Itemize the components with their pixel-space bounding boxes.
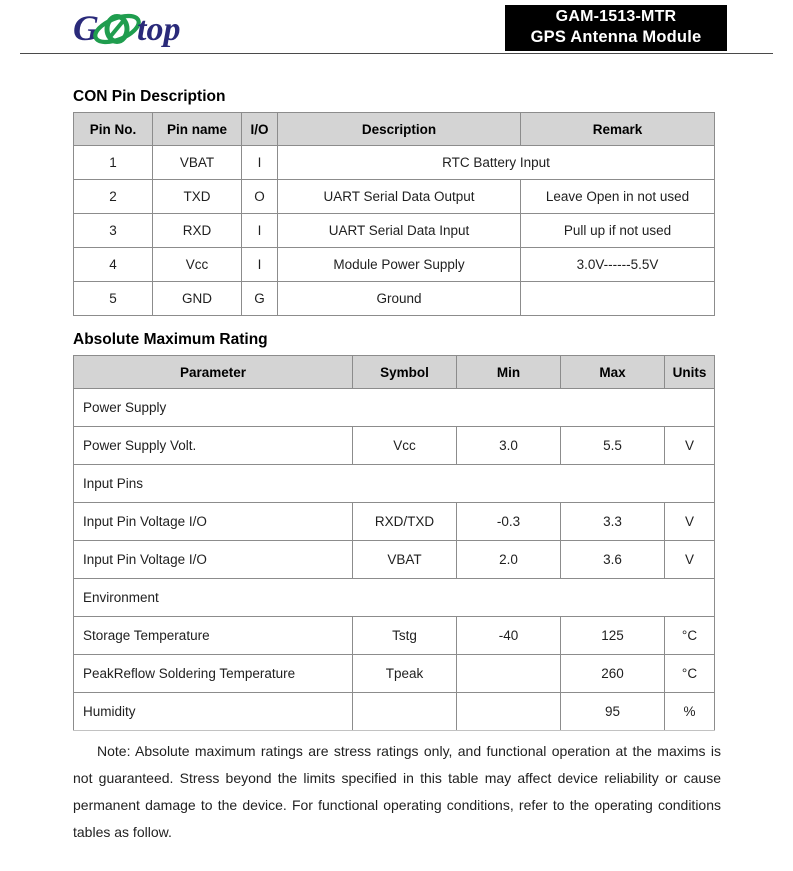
- table-header-row: Pin No. Pin name I/O Description Remark: [73, 112, 715, 146]
- cell-pin-no: 4: [73, 247, 153, 282]
- cell-parameter: PeakReflow Soldering Temperature: [73, 654, 353, 693]
- cell-pin-name: Vcc: [152, 247, 242, 282]
- cell-symbol: RXD/TXD: [352, 502, 457, 541]
- cell-units: V: [664, 426, 715, 465]
- section-row: Input Pins: [73, 464, 715, 503]
- table-row: PeakReflow Soldering Temperature Tpeak 2…: [73, 654, 715, 693]
- cell-pin-no: 1: [73, 145, 153, 180]
- cell-max: 3.6: [560, 540, 665, 579]
- product-model-number: GAM-1513-MTR: [555, 8, 677, 25]
- con-pin-description-table: Pin No. Pin name I/O Description Remark …: [73, 112, 715, 316]
- column-header-min: Min: [456, 355, 561, 389]
- page-header: G top GAM-1513-MTR GPS Antenna Module: [0, 0, 793, 54]
- cell-min: -40: [456, 616, 561, 655]
- cell-max: 5.5: [560, 426, 665, 465]
- cell-parameter: Humidity: [73, 692, 353, 731]
- cell-parameter: Input Pin Voltage I/O: [73, 502, 353, 541]
- product-badge: GAM-1513-MTR GPS Antenna Module: [505, 5, 727, 51]
- column-header-units: Units: [664, 355, 715, 389]
- cell-section-label: Input Pins: [73, 464, 715, 503]
- column-header-description: Description: [277, 112, 521, 146]
- cell-pin-name: TXD: [152, 179, 242, 214]
- cell-remark: [520, 281, 715, 316]
- column-header-symbol: Symbol: [352, 355, 457, 389]
- header-divider: [20, 53, 773, 54]
- cell-min: 2.0: [456, 540, 561, 579]
- column-header-parameter: Parameter: [73, 355, 353, 389]
- table-row: Input Pin Voltage I/O VBAT 2.0 3.6 V: [73, 540, 715, 579]
- svg-text:top: top: [137, 11, 180, 48]
- con-pin-description-title: CON Pin Description: [73, 88, 226, 105]
- cell-io: I: [241, 247, 278, 282]
- cell-max: 3.3: [560, 502, 665, 541]
- cell-parameter: Power Supply Volt.: [73, 426, 353, 465]
- cell-pin-name: RXD: [152, 213, 242, 248]
- cell-symbol: [352, 692, 457, 731]
- table-row: 2 TXD O UART Serial Data Output Leave Op…: [73, 179, 715, 214]
- table-row: Humidity 95 %: [73, 692, 715, 731]
- cell-symbol: Tpeak: [352, 654, 457, 693]
- cell-units: %: [664, 692, 715, 731]
- table-row: 3 RXD I UART Serial Data Input Pull up i…: [73, 213, 715, 248]
- cell-description: UART Serial Data Output: [277, 179, 521, 214]
- cell-symbol: Vcc: [352, 426, 457, 465]
- cell-symbol: Tstg: [352, 616, 457, 655]
- cell-min: -0.3: [456, 502, 561, 541]
- table-row: 5 GND G Ground: [73, 281, 715, 316]
- column-header-max: Max: [560, 355, 665, 389]
- cell-description: RTC Battery Input: [277, 145, 715, 180]
- cell-pin-name: GND: [152, 281, 242, 316]
- cell-units: °C: [664, 654, 715, 693]
- cell-max: 125: [560, 616, 665, 655]
- cell-remark: 3.0V------5.5V: [520, 247, 715, 282]
- cell-units: °C: [664, 616, 715, 655]
- cell-max: 260: [560, 654, 665, 693]
- cell-io: I: [241, 213, 278, 248]
- section-row: Environment: [73, 578, 715, 617]
- cell-parameter: Input Pin Voltage I/O: [73, 540, 353, 579]
- cell-remark: Leave Open in not used: [520, 179, 715, 214]
- absolute-maximum-rating-note: Note: Absolute maximum ratings are stres…: [73, 743, 721, 840]
- cell-parameter: Storage Temperature: [73, 616, 353, 655]
- cell-io: I: [241, 145, 278, 180]
- cell-description: Ground: [277, 281, 521, 316]
- cell-min: [456, 654, 561, 693]
- cell-io: O: [241, 179, 278, 214]
- svg-text:G: G: [73, 9, 99, 48]
- cell-description: Module Power Supply: [277, 247, 521, 282]
- cell-max: 95: [560, 692, 665, 731]
- cell-section-label: Environment: [73, 578, 715, 617]
- column-header-io: I/O: [241, 112, 278, 146]
- column-header-pin-name: Pin name: [152, 112, 242, 146]
- cell-pin-no: 3: [73, 213, 153, 248]
- cell-section-label: Power Supply: [73, 388, 715, 427]
- table-row: Power Supply Volt. Vcc 3.0 5.5 V: [73, 426, 715, 465]
- cell-units: V: [664, 540, 715, 579]
- table-row: 1 VBAT I RTC Battery Input: [73, 145, 715, 180]
- column-header-pin-no: Pin No.: [73, 112, 153, 146]
- cell-min: 3.0: [456, 426, 561, 465]
- gotop-logo: G top: [73, 8, 228, 50]
- cell-io: G: [241, 281, 278, 316]
- column-header-remark: Remark: [520, 112, 715, 146]
- gotop-logo-icon: G top: [73, 9, 180, 48]
- cell-min: [456, 692, 561, 731]
- cell-units: V: [664, 502, 715, 541]
- cell-description: UART Serial Data Input: [277, 213, 521, 248]
- cell-pin-name: VBAT: [152, 145, 242, 180]
- absolute-maximum-rating-table: Parameter Symbol Min Max Units Power Sup…: [73, 355, 715, 731]
- table-row: 4 Vcc I Module Power Supply 3.0V------5.…: [73, 247, 715, 282]
- product-type-label: GPS Antenna Module: [530, 28, 702, 46]
- section-row: Power Supply: [73, 388, 715, 427]
- table-row: Storage Temperature Tstg -40 125 °C: [73, 616, 715, 655]
- cell-pin-no: 2: [73, 179, 153, 214]
- cell-pin-no: 5: [73, 281, 153, 316]
- cell-symbol: VBAT: [352, 540, 457, 579]
- absolute-maximum-rating-title: Absolute Maximum Rating: [73, 331, 268, 348]
- table-row: Input Pin Voltage I/O RXD/TXD -0.3 3.3 V: [73, 502, 715, 541]
- table-header-row: Parameter Symbol Min Max Units: [73, 355, 715, 389]
- cell-remark: Pull up if not used: [520, 213, 715, 248]
